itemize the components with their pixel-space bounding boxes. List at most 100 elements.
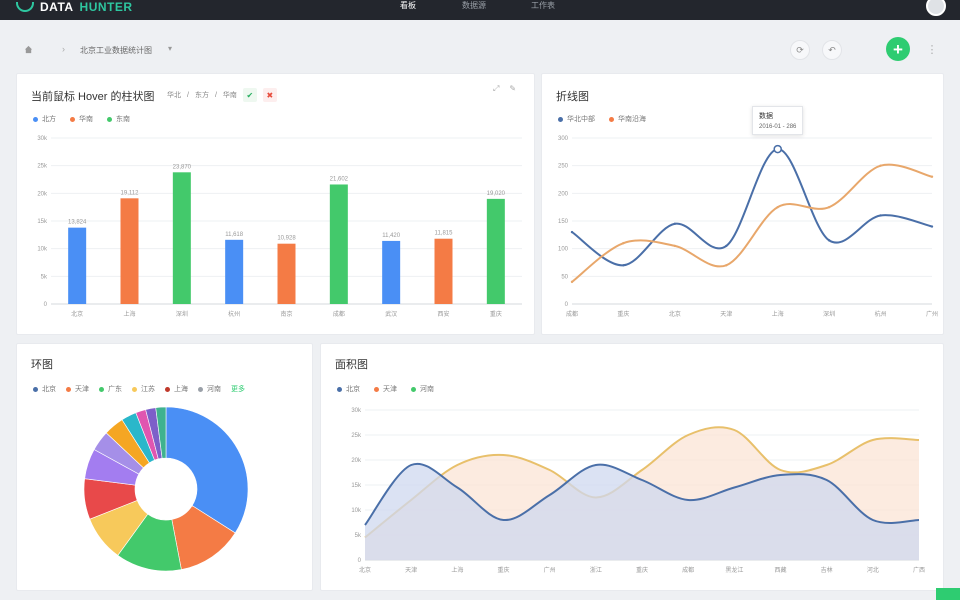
y-tick-label: 15k	[37, 219, 48, 225]
y-tick-label: 300	[558, 136, 569, 142]
x-tick-label: 武汉	[385, 310, 397, 318]
y-tick-label: 15k	[351, 483, 362, 489]
y-tick-label: 10k	[37, 247, 48, 253]
data-point	[879, 164, 882, 167]
data-point	[570, 280, 574, 284]
x-tick-label: 广州	[926, 310, 938, 318]
bar-value-label: 13,824	[68, 220, 87, 226]
tooltip-value: 2016-01 - 286	[759, 124, 797, 130]
bar-value-label: 19,020	[487, 191, 506, 197]
x-tick-label: 南京	[280, 310, 292, 318]
data-point	[673, 244, 677, 248]
x-tick-label: 重庆	[497, 566, 509, 574]
nav-item-datasource[interactable]: 数据源	[462, 0, 486, 12]
data-point	[622, 241, 625, 245]
app-logo[interactable]: DATA HUNTER	[16, 0, 133, 14]
y-tick-label: 0	[565, 302, 569, 308]
x-tick-label: 成都	[566, 310, 578, 318]
data-point	[725, 244, 728, 248]
x-tick-label: 黑龙江	[725, 566, 743, 574]
x-tick-label: 北京	[359, 566, 371, 574]
y-tick-label: 5k	[355, 533, 362, 539]
home-icon[interactable]	[24, 45, 33, 54]
y-tick-label: 30k	[37, 136, 48, 142]
bar	[172, 172, 191, 304]
data-point	[622, 264, 625, 267]
x-tick-label: 广州	[544, 566, 556, 574]
bar-value-label: 11,420	[382, 233, 401, 239]
data-point	[673, 222, 677, 225]
dashboard-title[interactable]: 北京工业数据统计图	[80, 45, 152, 56]
data-point	[930, 225, 934, 228]
x-tick-label: 上海	[123, 310, 135, 318]
x-tick-label: 上海	[772, 310, 784, 318]
data-point	[930, 175, 934, 178]
x-tick-label: 广西	[913, 566, 925, 574]
x-tick-label: 北京	[669, 310, 681, 318]
logo-mark-icon	[16, 2, 34, 12]
help-tab-button[interactable]	[936, 588, 960, 600]
y-tick-label: 30k	[351, 408, 362, 414]
bar-chart-card: 当前鼠标 Hover 的柱状图 华北 / 东方 / 华南 ✔ ✖ ⤢ ✎ 北方 …	[16, 73, 535, 335]
bar-value-label: 19,112	[121, 190, 140, 196]
bar	[486, 198, 505, 304]
undo-button[interactable]: ↶	[822, 40, 842, 60]
y-tick-label: 200	[558, 191, 569, 197]
bar-value-label: 10,928	[277, 236, 296, 242]
x-tick-label: 成都	[682, 566, 694, 574]
x-tick-label: 杭州	[875, 310, 887, 318]
ring-slice	[165, 406, 249, 534]
line-chart: 0 50 100 150 200 250 300 成都 重庆 北京 天津 上海 深圳 杭州 广州	[558, 136, 938, 318]
x-tick-label: 天津	[720, 311, 732, 318]
y-tick-label: 150	[558, 219, 569, 225]
y-tick-label: 20k	[37, 191, 48, 197]
breadcrumb-separator: ›	[62, 44, 65, 54]
y-tick-label: 0	[44, 302, 48, 308]
x-tick-label: 北京	[71, 310, 83, 318]
add-chart-button[interactable]: +	[886, 37, 910, 61]
data-point	[570, 230, 574, 234]
bar	[120, 198, 139, 304]
data-point	[776, 205, 779, 209]
chevron-down-icon[interactable]: ▾	[168, 44, 172, 53]
bar-chart: 0 5k 10k 15k 20k 25k 30k 13,824 北京 19,112 上海 23,870…	[37, 136, 522, 318]
x-tick-label: 天津	[405, 567, 417, 574]
refresh-button[interactable]: ⟳	[790, 40, 810, 60]
nav-item-dashboard[interactable]: 看板	[400, 0, 416, 12]
x-tick-label: 深圳	[823, 310, 835, 318]
x-tick-label: 西安	[437, 310, 449, 318]
more-options-button[interactable]: ⋮	[926, 40, 938, 60]
area-chart-card: 面积图 北京 天津 河南 0 5k 10k 15k 20k 25k 30k 北京 天津 上海 重庆广…	[320, 343, 944, 591]
nav-item-worksheet[interactable]: 工作表	[531, 0, 555, 12]
bar	[277, 243, 296, 304]
bar	[225, 239, 244, 304]
bar-value-label: 11,815	[435, 231, 454, 237]
bar-value-label: 23,870	[173, 164, 192, 170]
chart-tooltip: 数据 2016-01 - 286	[752, 106, 804, 135]
data-point	[725, 264, 728, 267]
x-tick-label: 重庆	[636, 566, 648, 574]
data-point	[827, 239, 831, 242]
y-tick-label: 20k	[351, 458, 362, 464]
y-tick-label: 50	[561, 274, 568, 280]
x-tick-label: 河北	[867, 566, 879, 574]
y-tick-label: 5k	[41, 274, 48, 280]
x-tick-label: 重庆	[617, 310, 629, 318]
bar	[329, 184, 348, 304]
x-tick-label: 成都	[333, 310, 345, 318]
dashboard-toolbar: › 北京工业数据统计图 ▾ ⟳ ↶ + ⋮	[0, 20, 960, 72]
tooltip-title: 数据	[759, 113, 773, 120]
top-navigation-bar: DATA HUNTER 看板 数据源 工作表	[0, 0, 960, 20]
area-chart: 0 5k 10k 15k 20k 25k 30k 北京 天津 上海 重庆 广州 浙江 重庆 成都 黑龙江 西藏 吉…	[351, 408, 925, 574]
user-avatar[interactable]	[926, 0, 946, 16]
x-tick-label: 杭州	[228, 310, 240, 318]
bar	[382, 240, 401, 304]
ring-chart	[83, 406, 249, 572]
ring-chart-card: 环图 北京 天津 广东 江苏 上海 河南 更多	[16, 343, 313, 591]
logo-text-suffix: HUNTER	[79, 0, 133, 14]
hover-point	[773, 144, 782, 154]
logo-text-prefix: DATA	[40, 0, 74, 14]
y-tick-label: 25k	[351, 433, 362, 439]
y-tick-label: 0	[358, 558, 362, 564]
data-point	[827, 205, 831, 209]
